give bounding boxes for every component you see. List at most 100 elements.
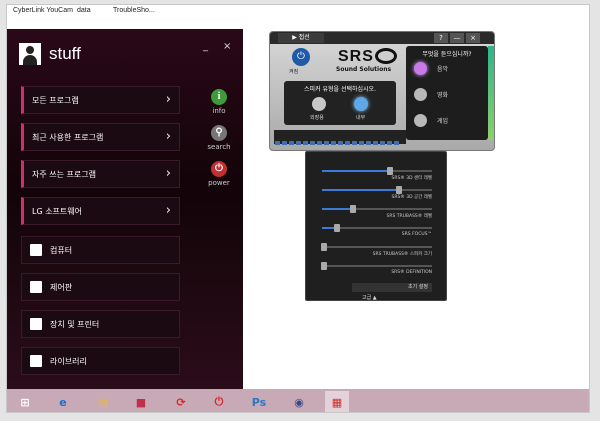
menu-control-panel-label: 제어판 xyxy=(50,282,73,292)
desktop-icon-troubleshoot[interactable]: TroubleSho... xyxy=(113,7,155,14)
app-grid-icon: ▦ xyxy=(331,395,343,409)
srs-logo: SRS xyxy=(338,48,374,65)
srs-slider-1[interactable] xyxy=(322,186,432,194)
menu-library-label: 라이브러리 xyxy=(50,356,87,366)
printer-icon xyxy=(30,318,42,330)
computer-icon xyxy=(30,244,42,256)
srs-help-button[interactable]: ? xyxy=(434,33,448,43)
listening-mode-panel: 무엇을 듣으십니까? 음악 영화 게임 xyxy=(406,46,488,140)
taskbar-photoshop-button[interactable]: Ps xyxy=(247,391,271,412)
power-icon: ⏻ xyxy=(211,161,227,177)
mode-movie-label: 영화 xyxy=(437,92,449,99)
side-power-button[interactable]: ⏻ power xyxy=(207,161,231,187)
taskbar-app-refresh-button[interactable]: ⟳ xyxy=(169,391,193,412)
menu-library[interactable]: 라이브러리 xyxy=(21,347,180,375)
menu-recent-programs-label: 최근 사용한 프로그램 xyxy=(32,132,104,142)
srs-slider-handle[interactable] xyxy=(321,262,328,270)
taskbar-srs-audio-button[interactable]: ◉ xyxy=(287,391,311,412)
start-icon: ⊞ xyxy=(20,395,30,409)
menu-recent-programs[interactable]: 최근 사용한 프로그램 › xyxy=(21,123,180,151)
control-panel-icon xyxy=(30,281,42,293)
srs-slider-handle[interactable] xyxy=(387,167,394,175)
speaker-type-title: 스피커 유형을 선택하십시오. xyxy=(304,86,376,93)
srs-slider-3[interactable] xyxy=(322,224,432,232)
chevron-right-icon: › xyxy=(165,129,171,144)
srs-equalizer-bars xyxy=(488,46,494,140)
srs-logo-eye-icon xyxy=(375,48,397,64)
start-menu: stuff _ × 모든 프로그램 › 최근 사용한 프로그램 › 자주 쓰는 … xyxy=(7,29,243,389)
srs-slider-5[interactable] xyxy=(321,262,432,270)
photoshop-icon: Ps xyxy=(251,395,267,409)
menu-all-programs-label: 모든 프로그램 xyxy=(32,95,79,105)
menu-devices-printers-label: 장치 및 프린터 xyxy=(50,319,100,329)
srs-slider-handle[interactable] xyxy=(334,224,341,232)
speaker-external-label: 외장용 xyxy=(310,115,324,121)
side-info-button[interactable]: i info xyxy=(207,89,231,115)
mode-movie-button[interactable]: 영화 xyxy=(414,88,448,101)
srs-slider-handle[interactable] xyxy=(349,205,356,213)
srs-panel: ▶ 접선 ? — × ⏻ 켜짐 SRS Sound Solutions 스피커 … xyxy=(269,31,495,151)
srs-subtitle: Sound Solutions xyxy=(336,66,392,73)
listening-mode-title: 무엇을 듣으십니까? xyxy=(422,51,472,58)
taskbar-file-explorer-button[interactable]: ▤ xyxy=(91,391,115,412)
desktop-icon-data[interactable]: data xyxy=(77,7,91,14)
srs-minimize-button[interactable]: — xyxy=(450,33,464,43)
start-minimize-button[interactable]: _ xyxy=(203,41,208,52)
srs-slider-label: SRS® DEFINITION xyxy=(391,270,432,275)
mode-music-button[interactable]: 음악 xyxy=(414,62,448,75)
mode-game-button[interactable]: 게임 xyxy=(414,114,448,127)
taskbar-internet-explorer-button[interactable]: e xyxy=(51,391,75,412)
srs-advanced-toggle[interactable]: 고급 ▲ xyxy=(362,294,377,301)
user-header[interactable]: stuff xyxy=(19,43,81,65)
library-icon xyxy=(30,355,42,367)
side-search-button[interactable]: ⚲ search xyxy=(207,125,231,151)
menu-frequent-programs[interactable]: 자주 쓰는 프로그램 › xyxy=(21,160,180,188)
menu-computer-label: 컴퓨터 xyxy=(50,245,73,255)
side-info-label: info xyxy=(212,107,226,115)
srs-reset-button[interactable]: 초기 설정 xyxy=(352,283,432,292)
srs-slider-4[interactable] xyxy=(321,243,432,251)
taskbar-app-power-button[interactable]: ⏻ xyxy=(207,391,231,412)
speaker-external-button[interactable] xyxy=(312,97,326,111)
search-icon: ⚲ xyxy=(211,125,227,141)
srs-slider-label: SRS FOCUS™ xyxy=(401,232,432,237)
chevron-right-icon: › xyxy=(165,166,171,181)
srs-slider-label: SRS® 3D 센터 레벨 xyxy=(391,176,432,181)
menu-frequent-programs-label: 자주 쓰는 프로그램 xyxy=(32,169,96,179)
menu-control-panel[interactable]: 제어판 xyxy=(21,273,180,301)
movie-icon xyxy=(414,88,427,101)
menu-all-programs[interactable]: 모든 프로그램 › xyxy=(21,86,180,114)
app-gallery-icon: ■ xyxy=(135,395,147,409)
srs-slider-fill xyxy=(322,189,399,191)
menu-lg-software[interactable]: LG 소프트웨어 › xyxy=(21,197,180,225)
srs-slider-label: SRS TRUBASS® 레벨 xyxy=(386,214,432,219)
srs-slider-handle[interactable] xyxy=(396,186,402,194)
music-icon xyxy=(414,62,427,75)
srs-tab[interactable]: ▶ 접선 xyxy=(278,33,324,43)
srs-power-icon[interactable]: ⏻ xyxy=(292,48,310,66)
chevron-right-icon: › xyxy=(165,203,171,218)
srs-level-meter xyxy=(274,130,406,145)
app-power-icon: ⏻ xyxy=(214,395,224,408)
taskbar-app-grid-button[interactable]: ▦ xyxy=(325,391,349,412)
srs-slider-handle[interactable] xyxy=(321,243,328,251)
desktop-icon-cyberlink[interactable]: CyberLink YouCam xyxy=(13,7,73,14)
start-close-button[interactable]: × xyxy=(223,41,231,52)
speaker-type-panel: 스피커 유형을 선택하십시오. 외장용 내부 xyxy=(284,81,396,125)
srs-slider-fill xyxy=(322,170,391,172)
speaker-internal-button[interactable] xyxy=(354,97,368,111)
menu-devices-printers[interactable]: 장치 및 프린터 xyxy=(21,310,180,338)
side-power-label: power xyxy=(208,179,230,187)
srs-slider-2[interactable] xyxy=(322,205,432,213)
srs-advanced-panel: SRS® 3D 센터 레벨 SRS® 3D 공간 레벨 SRS TRUBASS® 레… xyxy=(305,151,447,301)
taskbar-app-gallery-button[interactable]: ■ xyxy=(129,391,153,412)
side-search-label: search xyxy=(207,143,231,151)
screen: CyberLink YouCam data TroubleSho... stuf… xyxy=(0,0,600,421)
internet-explorer-icon: e xyxy=(59,395,67,409)
taskbar-start-button[interactable]: ⊞ xyxy=(13,391,37,412)
srs-slider-0[interactable] xyxy=(322,167,432,175)
menu-lg-software-label: LG 소프트웨어 xyxy=(32,206,82,216)
srs-close-button[interactable]: × xyxy=(466,33,480,43)
menu-computer[interactable]: 컴퓨터 xyxy=(21,236,180,264)
mode-music-label: 음악 xyxy=(437,66,449,73)
